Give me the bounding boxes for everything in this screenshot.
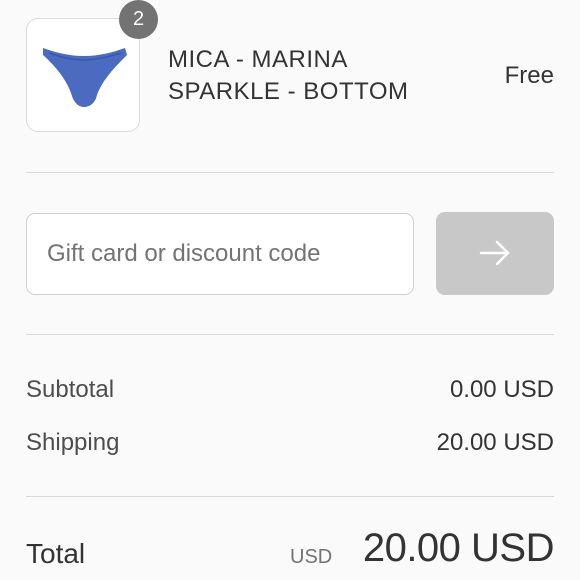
subtotal-label: Subtotal [26, 376, 115, 403]
shipping-value: 20.00 USD [436, 429, 554, 456]
subtotal-value: 0.00 USD [449, 376, 554, 403]
divider [26, 172, 554, 173]
product-name-line-2: SPARKLE - BOTTOM [168, 78, 409, 105]
shipping-label: Shipping [26, 429, 120, 456]
apply-discount-button[interactable] [436, 212, 554, 295]
product-price: Free [504, 62, 554, 89]
bikini-bottom-icon [43, 48, 127, 107]
total-amount: 20.00 USD [362, 526, 555, 570]
total-label: Total [26, 538, 86, 569]
arrow-right-icon [479, 240, 510, 266]
quantity-badge: 2 [119, 0, 158, 39]
product-name-line-1: MICA - MARINA [168, 46, 348, 73]
divider [26, 496, 554, 497]
product-name: MICA - MARINA SPARKLE - BOTTOM [168, 44, 448, 108]
discount-code-input[interactable] [26, 213, 414, 295]
total-currency: USD [290, 546, 333, 568]
divider [26, 334, 554, 335]
product-thumbnail [26, 18, 140, 132]
